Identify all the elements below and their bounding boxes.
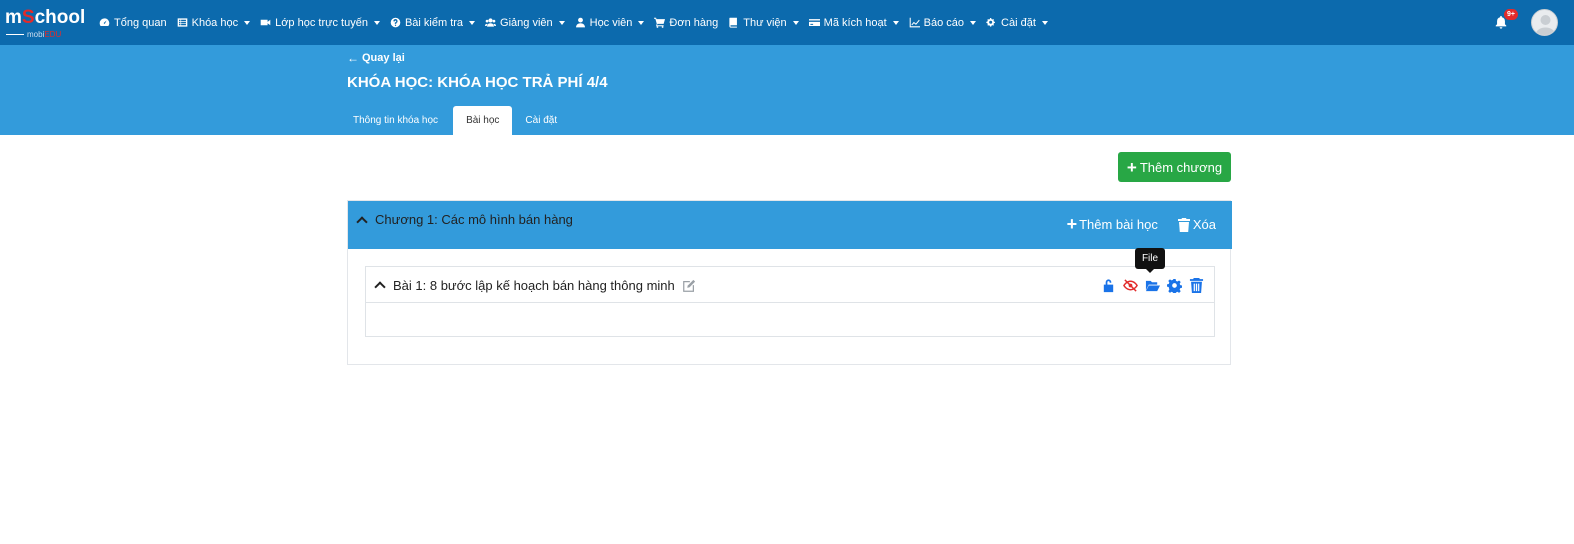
- chevron-down-icon: [244, 20, 251, 25]
- page-title: KHÓA HỌC: KHÓA HỌC TRẢ PHÍ 4/4: [347, 74, 608, 91]
- chevron-down-icon: [638, 20, 645, 25]
- arrow-left-icon: ←: [347, 51, 359, 65]
- user-icon: [575, 17, 585, 28]
- course-tabs: Thông tin khóa học Bài học Cài đặt: [340, 106, 570, 135]
- nav-label: Thư viện: [743, 16, 787, 29]
- nav-label: Lớp học trực tuyến: [275, 16, 368, 29]
- tab-course-info[interactable]: Thông tin khóa học: [340, 106, 451, 135]
- logo[interactable]: mSchool mobiEDU: [5, 8, 85, 40]
- file-tooltip: File: [1135, 248, 1165, 273]
- chevron-down-icon: [970, 20, 977, 25]
- avatar[interactable]: [1531, 9, 1558, 36]
- nav-item-courses[interactable]: Khóa học: [177, 16, 251, 29]
- logo-subtext: mobiEDU: [6, 30, 61, 39]
- edit-icon[interactable]: [682, 279, 696, 293]
- nav-item-online-class[interactable]: Lớp học trực tuyến: [260, 17, 380, 29]
- delete-chapter-button[interactable]: Xóa: [1177, 217, 1216, 232]
- list-icon: [177, 18, 187, 27]
- chevron-up-icon[interactable]: [356, 216, 368, 228]
- chevron-down-icon: [469, 20, 476, 25]
- user-avatar-icon: [1535, 15, 1556, 35]
- plus-icon: +: [1066, 214, 1078, 234]
- nav-item-reports[interactable]: Báo cáo: [909, 16, 977, 29]
- trash-icon: [1177, 217, 1190, 232]
- chevron-down-icon: [373, 20, 380, 25]
- logo-subtext-part: mobi: [27, 30, 45, 39]
- chapter-title: Chương 1: Các mô hình bán hàng: [375, 212, 573, 227]
- nav-label: Giảng viên: [500, 16, 553, 29]
- book-icon: [729, 17, 738, 28]
- nav-label: Học viên: [589, 16, 633, 29]
- nav-item-overview[interactable]: Tổng quan: [99, 17, 167, 29]
- logo-text-part: m: [5, 7, 22, 28]
- tab-settings[interactable]: Cài đặt: [512, 106, 570, 135]
- nav-item-teachers[interactable]: Giảng viên: [485, 17, 565, 29]
- users-icon: [485, 18, 497, 27]
- cart-icon: [654, 17, 666, 28]
- question-icon: [390, 17, 401, 28]
- nav-label: Cài đặt: [1001, 16, 1036, 29]
- lesson-title: Bài 1: 8 bước lập kế hoạch bán hàng thôn…: [393, 278, 675, 293]
- trash-icon[interactable]: [1189, 277, 1204, 293]
- nav-label: Khóa học: [191, 16, 239, 29]
- dashboard-icon: [99, 18, 110, 27]
- nav-item-orders[interactable]: Đơn hàng: [654, 17, 718, 29]
- delete-label: Xóa: [1192, 217, 1216, 232]
- eye-slash-icon[interactable]: [1123, 278, 1138, 293]
- chapter-header[interactable]: Chương 1: Các mô hình bán hàng + Thêm bà…: [348, 201, 1232, 249]
- nav-label: Đơn hàng: [669, 16, 719, 29]
- chevron-down-icon: [1041, 20, 1048, 25]
- logo-text-part: chool: [34, 7, 86, 28]
- cogs-icon: [986, 18, 995, 27]
- logo-subtext-part: EDU: [44, 30, 62, 39]
- plus-icon: +: [1126, 157, 1137, 177]
- logo-text: mSchool: [5, 8, 85, 28]
- chapter-card: Chương 1: Các mô hình bán hàng + Thêm bà…: [347, 200, 1232, 365]
- nav-item-activation-code[interactable]: Mã kích hoạt: [808, 16, 899, 29]
- lesson-item: Bài 1: 8 bước lập kế hoạch bán hàng thôn…: [365, 266, 1215, 337]
- chapter-actions: + Thêm bài học Xóa: [1047, 214, 1216, 234]
- back-link[interactable]: ← Quay lại: [347, 51, 405, 65]
- top-navbar: mSchool mobiEDU Tổng quan Khóa học Lớp h…: [0, 0, 1574, 45]
- folder-open-icon[interactable]: [1145, 278, 1160, 293]
- chart-icon: [909, 17, 920, 28]
- lesson-header[interactable]: Bài 1: 8 bước lập kế hoạch bán hàng thôn…: [366, 267, 1214, 303]
- logo-text-part: S: [21, 7, 35, 28]
- nav-item-tests[interactable]: Bài kiểm tra: [390, 16, 476, 29]
- video-icon: [260, 19, 271, 26]
- back-label: Quay lại: [362, 52, 405, 64]
- add-chapter-button[interactable]: + Thêm chương: [1118, 152, 1231, 182]
- chevron-up-icon[interactable]: [374, 281, 386, 293]
- notification-badge: 9+: [1504, 9, 1518, 20]
- chevron-down-icon: [792, 20, 799, 25]
- nav-item-settings[interactable]: Cài đặt: [986, 17, 1048, 29]
- lesson-actions: [1101, 277, 1211, 293]
- add-lesson-button[interactable]: + Thêm bài học: [1066, 214, 1158, 234]
- gear-icon[interactable]: [1167, 278, 1182, 293]
- chevron-down-icon: [558, 20, 565, 25]
- nav-label: Mã kích hoạt: [823, 16, 887, 29]
- course-header: [0, 45, 1574, 135]
- nav-label: Báo cáo: [923, 16, 965, 29]
- nav-label: Tổng quan: [114, 16, 167, 29]
- nav-menu: Tổng quan Khóa học Lớp học trực tuyến Bà…: [99, 0, 1058, 45]
- tab-lessons[interactable]: Bài học: [453, 106, 513, 135]
- unlock-icon[interactable]: [1101, 278, 1116, 293]
- nav-label: Bài kiểm tra: [404, 16, 464, 29]
- add-chapter-label: Thêm chương: [1139, 159, 1223, 175]
- nav-item-students[interactable]: Học viên: [575, 17, 645, 29]
- add-lesson-label: Thêm bài học: [1079, 217, 1158, 232]
- logo-line: [6, 34, 24, 36]
- nav-item-library[interactable]: Thư viện: [728, 16, 799, 29]
- chevron-down-icon: [892, 20, 899, 25]
- card-icon: [808, 19, 820, 26]
